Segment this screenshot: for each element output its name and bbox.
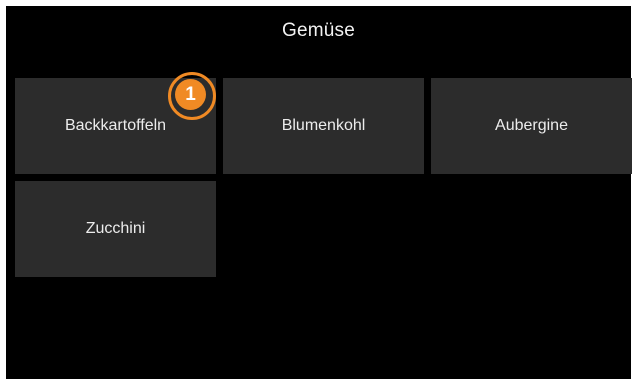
page-title: Gemüse [281, 20, 355, 41]
tile-aubergine[interactable]: Aubergine [431, 78, 632, 174]
tile-label: Aubergine [495, 117, 568, 134]
app-screen: Gemüse Backkartoffeln Blumenkohl Aubergi… [6, 6, 632, 379]
tile-zucchini[interactable]: Zucchini [15, 181, 216, 277]
tile-blumenkohl[interactable]: Blumenkohl [223, 78, 424, 174]
tile-label: Zucchini [85, 220, 146, 237]
tile-backkartoffeln[interactable]: Backkartoffeln [15, 78, 216, 174]
tile-label: Blumenkohl [281, 117, 366, 134]
tile-label: Backkartoffeln [64, 117, 167, 134]
